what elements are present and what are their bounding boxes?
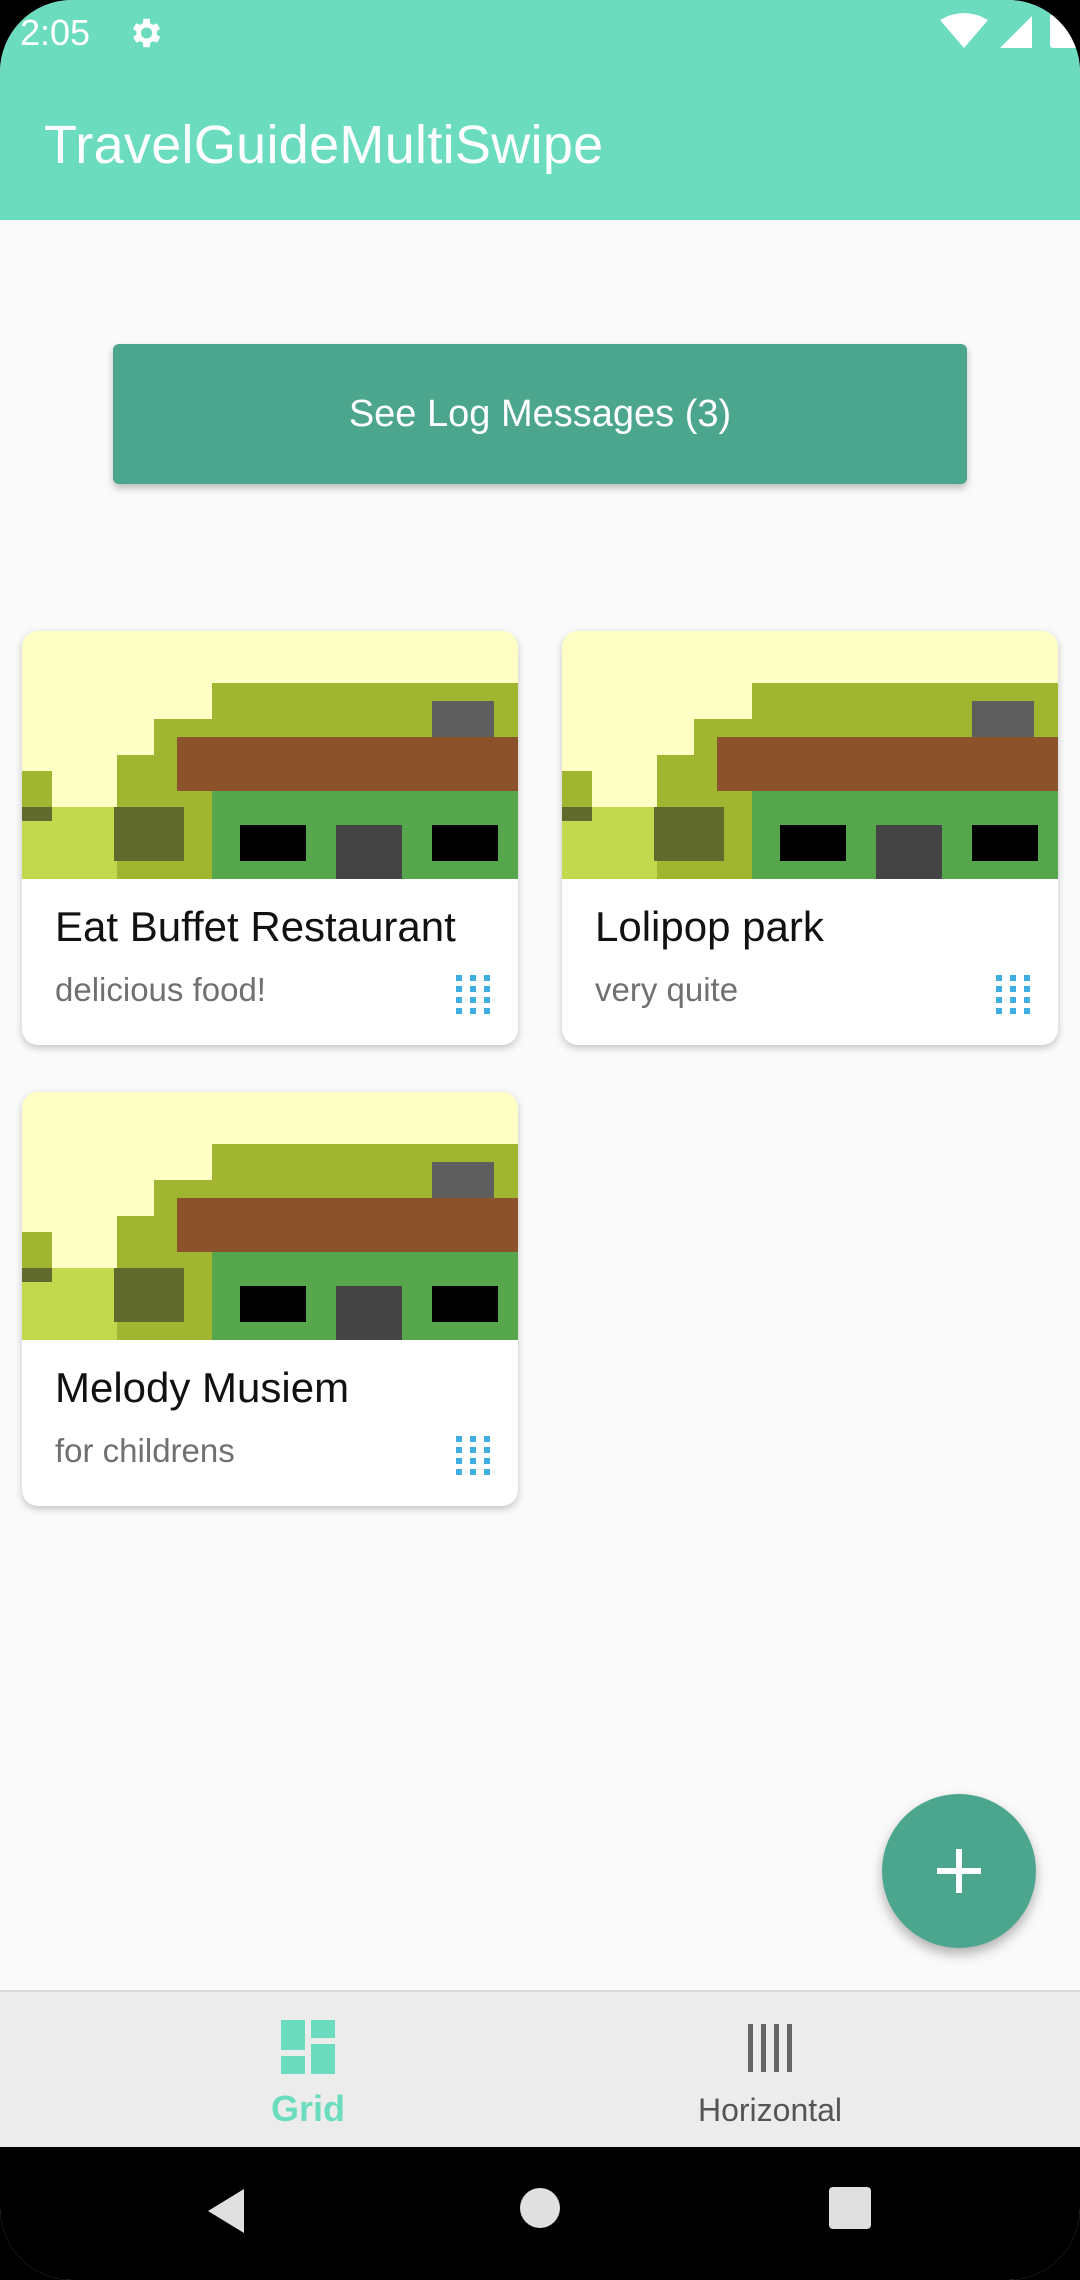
place-card[interactable]: Lolipop park very quite — [562, 631, 1058, 1045]
app-bar: 2:05 TravelGuideMultiSwipe — [0, 0, 1080, 220]
see-log-messages-button[interactable]: See Log Messages (3) — [113, 344, 967, 484]
drag-handle-icon[interactable] — [456, 1436, 490, 1476]
settings-icon — [132, 18, 161, 48]
place-description: very quite — [595, 971, 739, 1008]
system-navigation-bar — [0, 2147, 1080, 2280]
grid-dashboard-icon — [281, 2020, 335, 2074]
building-thumbnail — [562, 631, 1058, 879]
place-name: Eat Buffet Restaurant — [55, 903, 456, 950]
back-icon[interactable] — [204, 2187, 248, 2235]
nav-item-horizontal[interactable]: Horizontal — [500, 1992, 1040, 2149]
app-screen: 2:05 TravelGuideMultiSwipe See Log Messa… — [0, 0, 1080, 2280]
plus-icon — [937, 1849, 981, 1893]
place-description: for childrens — [55, 1432, 235, 1469]
building-thumbnail — [22, 1092, 518, 1340]
place-card[interactable]: Melody Musiem for childrens — [22, 1092, 518, 1506]
place-card[interactable]: Eat Buffet Restaurant delicious food! — [22, 631, 518, 1045]
place-name: Lolipop park — [595, 903, 824, 950]
building-thumbnail — [22, 631, 518, 879]
app-title: TravelGuideMultiSwipe — [44, 115, 604, 175]
drag-handle-icon[interactable] — [996, 975, 1030, 1015]
status-icons — [940, 13, 1080, 48]
cell-signal-icon — [1000, 16, 1032, 48]
bottom-navigation: Grid Horizontal — [0, 1990, 1080, 2149]
status-time: 2:05 — [20, 12, 91, 53]
nav-label-grid: Grid — [270, 2088, 345, 2129]
drag-handle-icon[interactable] — [456, 975, 490, 1015]
recents-icon[interactable] — [829, 2187, 871, 2229]
nav-item-grid[interactable]: Grid — [38, 1992, 578, 2149]
home-icon[interactable] — [519, 2187, 561, 2229]
nav-label-horizontal: Horizontal — [697, 2092, 843, 2128]
place-description: delicious food! — [55, 971, 266, 1008]
wifi-icon — [940, 13, 988, 48]
battery-icon — [1050, 14, 1080, 48]
place-name: Melody Musiem — [55, 1364, 350, 1411]
add-place-button[interactable] — [882, 1794, 1036, 1948]
vertical-bars-icon — [748, 2024, 792, 2072]
